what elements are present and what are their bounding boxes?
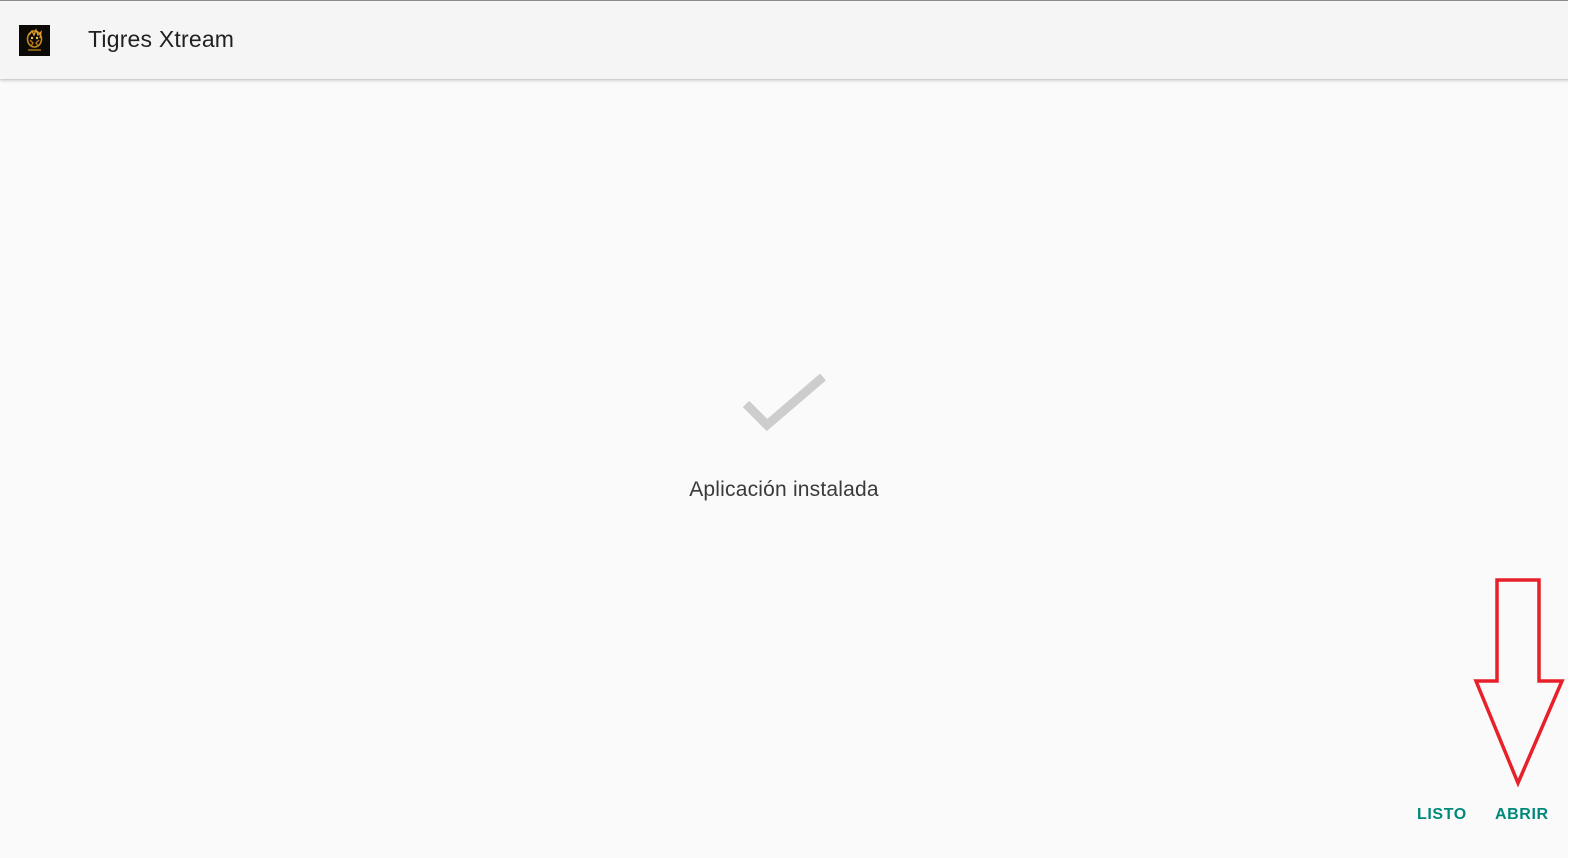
install-complete-screen: Tigres Xtream Aplicación instalada LISTO… <box>0 0 1576 858</box>
right-edge <box>1568 0 1576 858</box>
down-arrow-icon <box>1473 578 1565 788</box>
checkmark-icon <box>742 373 826 432</box>
done-button[interactable]: LISTO <box>1409 796 1475 834</box>
open-button[interactable]: ABRIR <box>1487 796 1557 834</box>
app-bar: Tigres Xtream <box>0 1 1576 79</box>
status-message: Aplicación instalada <box>689 478 879 501</box>
tiger-logo-icon <box>19 25 50 56</box>
app-title: Tigres Xtream <box>88 26 235 52</box>
